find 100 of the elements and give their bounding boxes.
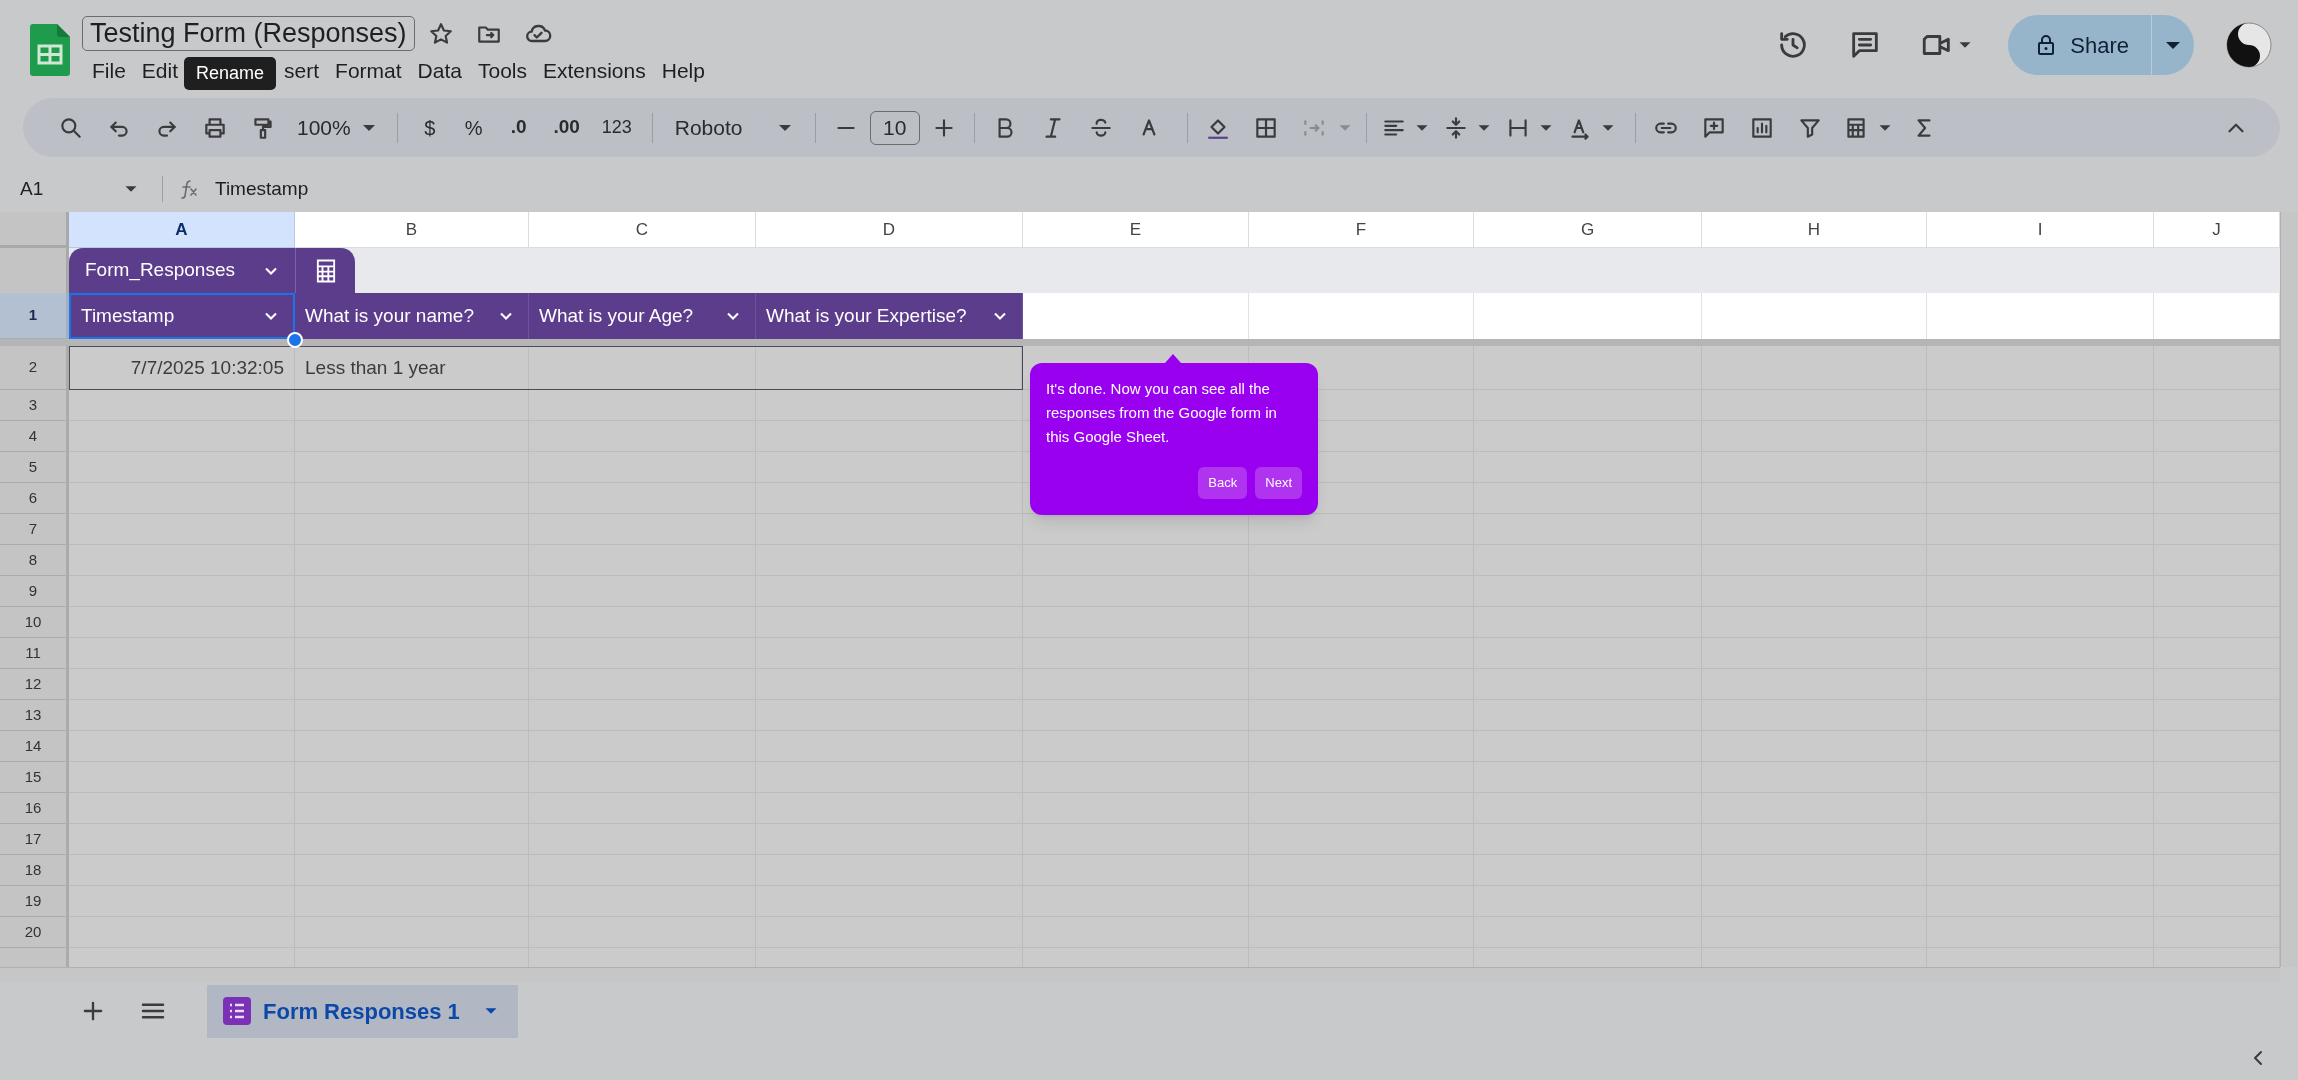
menu-item[interactable]: File [84, 56, 134, 85]
grid-cell[interactable] [529, 390, 756, 421]
row-number: 12 [0, 669, 69, 700]
grid-cell[interactable] [69, 700, 295, 731]
table-header-cell[interactable]: What is your Age? [529, 293, 756, 339]
grid-cell[interactable] [69, 669, 295, 700]
row-header[interactable] [0, 948, 69, 967]
increase-decimal-button[interactable]: .00 [541, 107, 592, 148]
sheets-logo-icon[interactable] [30, 24, 70, 76]
menu-item[interactable]: sert [276, 56, 328, 85]
column-header[interactable]: C [529, 212, 756, 248]
horizontal-scrollbar[interactable] [0, 967, 2280, 982]
grid-cell[interactable] [69, 855, 295, 886]
table-cell[interactable]: Less than 1 year [295, 347, 529, 389]
document-title-field[interactable]: Testing Form (Responses) [82, 16, 415, 51]
menu-item[interactable]: Format [327, 56, 410, 85]
column-header[interactable]: J [2154, 212, 2280, 248]
sheet-tab[interactable]: Form Responses 1 [207, 984, 518, 1038]
grid-cell[interactable] [69, 824, 295, 855]
menu-item[interactable]: Tools [469, 56, 535, 85]
zoom-select[interactable]: 100% [291, 107, 357, 148]
grid-cell[interactable] [69, 886, 295, 917]
grid-cell[interactable] [2154, 793, 2280, 824]
table-name-tab[interactable]: Form_Responses [69, 248, 295, 293]
column-header[interactable]: B [295, 212, 529, 248]
table-calculator-button[interactable] [295, 248, 355, 293]
grid-cell[interactable] [2154, 824, 2280, 855]
grid-cell[interactable] [69, 421, 295, 452]
table-header-cell[interactable]: What is your Expertise? [756, 293, 1023, 339]
tour-button[interactable]: Back [1198, 467, 1248, 499]
row-number: 2 [0, 346, 69, 390]
grid-cell[interactable] [69, 638, 295, 669]
row-header[interactable] [0, 248, 69, 293]
grid-cell[interactable] [2154, 514, 2280, 545]
menu-item[interactable]: Extensions [535, 56, 654, 85]
column-header[interactable]: H [1702, 212, 1927, 248]
grid-cell[interactable] [69, 762, 295, 793]
grid-cell[interactable] [69, 731, 295, 762]
grid-cell[interactable] [2154, 576, 2280, 607]
star-icon[interactable] [428, 21, 454, 47]
grid-cell[interactable] [69, 452, 295, 483]
currency-format-button[interactable]: $ [407, 107, 452, 148]
grid-cell[interactable] [756, 390, 1023, 421]
column-title: What is your name? [305, 303, 474, 328]
grid-cell[interactable] [69, 793, 295, 824]
table-header-cell[interactable]: Timestamp [69, 293, 295, 339]
grid-cell[interactable] [295, 390, 529, 421]
grid-cell[interactable] [69, 390, 295, 421]
grid-cell[interactable] [1474, 293, 1702, 339]
grid-cell[interactable] [69, 545, 295, 576]
grid-cell[interactable] [1702, 293, 1927, 339]
font-select[interactable]: Roboto [662, 107, 773, 148]
percent-format-button[interactable]: % [451, 107, 496, 148]
grid-cell[interactable] [2154, 452, 2280, 483]
column-header[interactable]: D [756, 212, 1023, 248]
tour-button[interactable]: Next [1255, 467, 1302, 499]
grid-cell[interactable] [2154, 390, 2280, 421]
grid-cell[interactable] [2154, 855, 2280, 886]
grid-cell[interactable] [2154, 346, 2280, 390]
grid-cell[interactable] [2154, 700, 2280, 731]
grid-cell[interactable] [2154, 917, 2280, 948]
select-all-corner[interactable] [0, 212, 69, 248]
grid-cell[interactable] [2154, 669, 2280, 700]
grid-cell[interactable] [2154, 762, 2280, 793]
grid-cell[interactable] [2154, 483, 2280, 514]
grid-cell[interactable] [2154, 731, 2280, 762]
grid-cell[interactable] [2154, 293, 2280, 339]
name-box[interactable]: A1 [0, 174, 120, 204]
column-header[interactable]: F [1249, 212, 1474, 248]
grid-cell[interactable] [2154, 545, 2280, 576]
grid-cell[interactable] [2154, 638, 2280, 669]
decrease-decimal-button[interactable]: .0 [495, 107, 542, 148]
formula-field[interactable]: Timestamp [215, 174, 309, 204]
column-header[interactable]: A [69, 212, 295, 248]
menu-item[interactable]: Edit [133, 56, 187, 85]
column-header[interactable]: I [1927, 212, 2154, 248]
grid-cell[interactable] [1249, 293, 1474, 339]
vertical-scrollbar[interactable] [2280, 212, 2298, 967]
grid-cell[interactable] [69, 483, 295, 514]
column-header[interactable]: G [1474, 212, 1702, 248]
grid-cell[interactable] [69, 514, 295, 545]
grid-cell[interactable] [2154, 886, 2280, 917]
grid-cell[interactable] [2154, 421, 2280, 452]
menu-item[interactable]: Help [653, 56, 713, 85]
grid-cell[interactable] [69, 576, 295, 607]
grid-cell[interactable] [1023, 293, 1249, 339]
column-header[interactable]: E [1023, 212, 1249, 248]
menu-item[interactable]: Data [409, 56, 470, 85]
grid-cell[interactable] [1023, 514, 1249, 545]
table-cell[interactable]: 7/7/2025 10:32:05 [70, 347, 295, 389]
grid-cell[interactable] [69, 607, 295, 638]
grid-cell[interactable] [2154, 607, 2280, 638]
grid-cell[interactable] [1249, 514, 1474, 545]
table-header-cell[interactable]: What is your name? [295, 293, 529, 339]
avatar[interactable] [2226, 22, 2272, 68]
number-format-button[interactable]: 123 [591, 107, 642, 148]
grid-cell[interactable] [69, 917, 295, 948]
grid-cell[interactable] [1927, 293, 2154, 339]
font-size-field[interactable]: 10 [869, 110, 920, 145]
coach-mark-text: It's done. Now you can see all the responses from the Google form in this Google Sheet. [1046, 379, 1278, 447]
